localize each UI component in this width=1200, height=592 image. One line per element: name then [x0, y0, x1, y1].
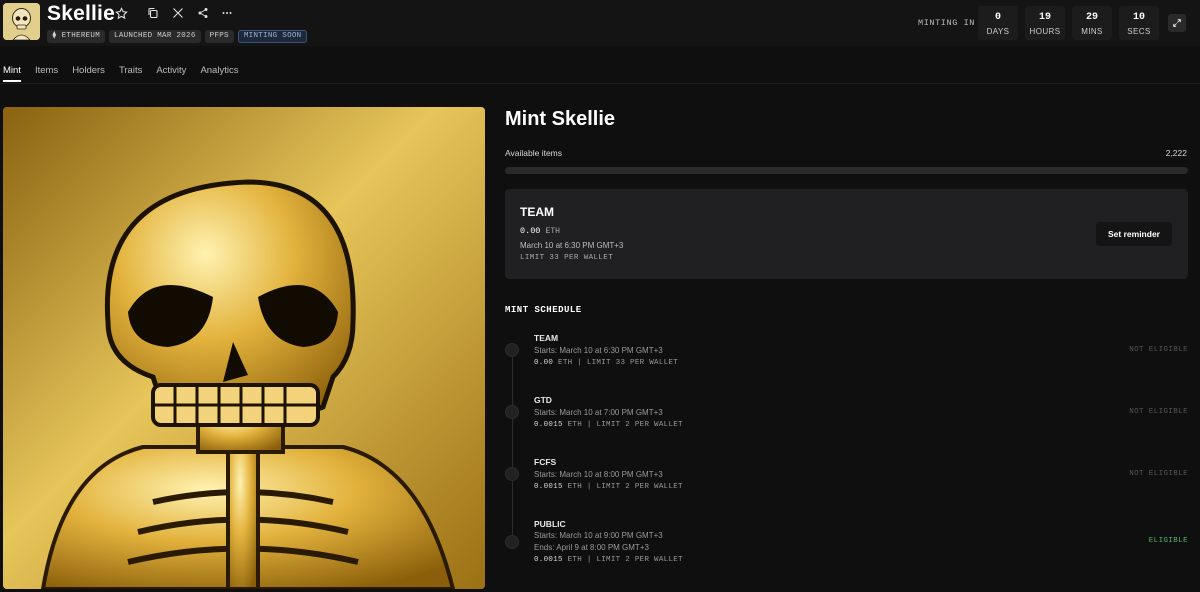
phase-name: TEAM: [534, 333, 559, 343]
phase-dot: [505, 405, 519, 419]
copy-icon[interactable]: [145, 5, 161, 21]
available-items-value: 2,222: [1165, 148, 1187, 158]
minting-soon-badge: MINTING SOON: [237, 30, 308, 43]
phase-eligibility: NOT ELIGIBLE: [1129, 470, 1188, 478]
phase-dot: [505, 535, 519, 549]
more-options-icon[interactable]: [219, 5, 235, 21]
phase-price: 0.00 ETH | LIMIT 33 PER WALLET: [534, 359, 679, 367]
collection-tags: ⧫ ETHEREUM LAUNCHED MAR 2026 PFPS MINTIN…: [47, 30, 308, 43]
phase-date: March 10 at 6:30 PM GMT+3: [520, 241, 624, 250]
phase-name: TEAM: [520, 205, 554, 219]
active-phase-card: TEAM 0.00 ETH March 10 at 6:30 PM GMT+3 …: [505, 189, 1188, 279]
mint-progress-bar: [505, 167, 1188, 174]
phase-start: Starts: March 10 at 7:00 PM GMT+3: [534, 408, 663, 417]
phase-price: 0.00 ETH: [520, 226, 560, 236]
countdown-hours: 19 HOURS: [1025, 6, 1065, 40]
x-twitter-icon[interactable]: [170, 5, 186, 21]
phase-name: FCFS: [534, 457, 557, 467]
mint-title: Mint Skellie: [505, 108, 616, 130]
tabs-divider: [0, 83, 1200, 84]
countdown-secs: 10 SECS: [1119, 6, 1159, 40]
minting-in-label: MINTING IN: [918, 18, 976, 28]
collection-avatar: [3, 3, 40, 40]
category-tag: PFPS: [204, 30, 234, 43]
phase-start: Starts: March 10 at 9:00 PM GMT+3: [534, 531, 663, 540]
set-reminder-button[interactable]: Set reminder: [1096, 222, 1172, 246]
launch-date-tag: LAUNCHED MAR 2026: [109, 30, 201, 43]
phase-eligibility: NOT ELIGIBLE: [1129, 408, 1188, 416]
collection-artwork: [3, 107, 485, 589]
phase-price: 0.0015 ETH | LIMIT 2 PER WALLET: [534, 556, 683, 564]
phase-price: 0.0015 ETH | LIMIT 2 PER WALLET: [534, 483, 683, 491]
phase-end: Ends: April 9 at 8:00 PM GMT+3: [534, 543, 649, 552]
phase-start: Starts: March 10 at 8:00 PM GMT+3: [534, 470, 663, 479]
phase-start: Starts: March 10 at 6:30 PM GMT+3: [534, 346, 663, 355]
collection-title: Skellie: [47, 2, 115, 25]
favorite-star-icon[interactable]: [113, 5, 129, 21]
schedule-timeline-line: [512, 356, 513, 539]
available-items-label: Available items: [505, 148, 563, 158]
phase-limit: LIMIT 33 PER WALLET: [520, 254, 614, 262]
chain-tag: ⧫ ETHEREUM: [47, 30, 106, 43]
phase-name: GTD: [534, 395, 552, 405]
phase-price: 0.0015 ETH | LIMIT 2 PER WALLET: [534, 421, 683, 429]
phase-eligibility: ELIGIBLE: [1148, 537, 1188, 545]
countdown-mins: 29 MINS: [1072, 6, 1112, 40]
collection-header: Skellie ⧫ ETHEREUM LAUNCHED MAR 2026 PFP…: [0, 0, 1200, 46]
phase-dot: [505, 343, 519, 357]
phase-name: PUBLIC: [534, 519, 566, 529]
countdown-days: 0 DAYS: [978, 6, 1018, 40]
phase-eligibility: NOT ELIGIBLE: [1129, 346, 1188, 354]
share-icon[interactable]: [195, 5, 211, 21]
expand-icon[interactable]: [1168, 14, 1186, 32]
mint-schedule-title: MINT SCHEDULE: [505, 305, 582, 315]
phase-dot: [505, 467, 519, 481]
tab-mint[interactable]: Mint: [3, 62, 21, 82]
